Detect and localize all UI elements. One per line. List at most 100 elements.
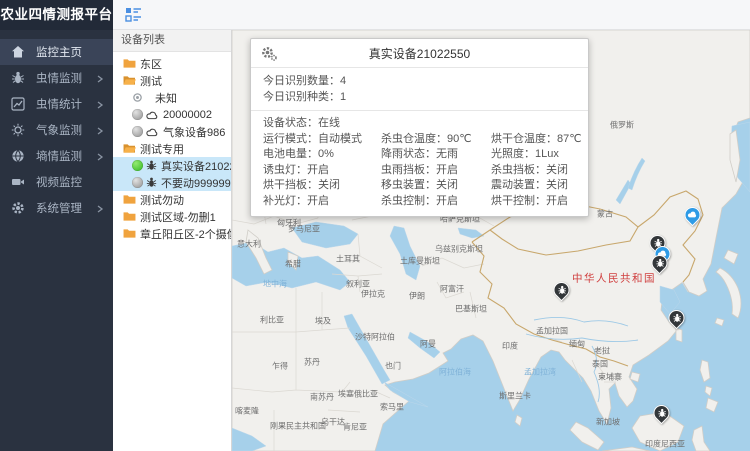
tree-device-unknown[interactable]: 未知 — [113, 89, 231, 106]
device-tree: 东区 测试 未知 20000002 气象设备986 — [113, 52, 231, 242]
vibrate-device: 震动装置：关闭 — [479, 178, 588, 194]
bug-device-icon — [146, 177, 157, 188]
bug-device-pin[interactable] — [554, 282, 571, 301]
map-place-label: 希腊 — [285, 259, 301, 270]
bug-icon — [11, 71, 25, 85]
folder-open-icon — [123, 75, 136, 86]
illuminance: 光照度：1Lux — [479, 147, 588, 163]
device-tree-toggle-icon[interactable] — [125, 6, 142, 23]
folder-closed-icon — [123, 58, 136, 69]
tree-device-weather-986[interactable]: 气象设备986 — [113, 123, 231, 140]
tree-folder-east-zone[interactable]: 东区 — [113, 55, 231, 72]
tree-folder-test-area[interactable]: 测试区域-勿删1 — [113, 208, 231, 225]
map-place-label: 乌兹别克斯坦 — [435, 244, 483, 255]
sidebar-item-pest-stats[interactable]: 虫情统计 — [0, 91, 113, 117]
folder-closed-icon — [123, 194, 136, 205]
sidebar-item-system-manage[interactable]: 系统管理 — [0, 195, 113, 221]
map-place-label: 阿拉伯海 — [439, 367, 471, 378]
tree-folder-test-only[interactable]: 测试专用 — [113, 140, 231, 157]
gear-icon — [11, 201, 25, 215]
map-place-label: 罗马尼亚 — [288, 224, 320, 235]
sidebar-item-video-monitor[interactable]: 视频监控 — [0, 169, 113, 195]
map-place-label: 俄罗斯 — [610, 120, 634, 131]
map-place-label: 匈牙利 — [277, 218, 301, 229]
tree-folder-test[interactable]: 测试 — [113, 72, 231, 89]
map-place-label: 南苏丹 — [310, 392, 334, 403]
map-place-label: 苏丹 — [304, 357, 320, 368]
folder-closed-icon — [123, 211, 136, 222]
bug-icon — [650, 402, 673, 425]
map-place-label: 埃及 — [315, 316, 331, 327]
device-status: 设备状态：在线 — [251, 116, 369, 132]
video-camera-icon — [11, 175, 25, 189]
map-place-label: 伊拉克 — [361, 289, 385, 300]
today-species: 今日识别种类：1 — [251, 89, 588, 105]
kill-baffle: 杀虫挡板：关闭 — [479, 163, 588, 179]
sidebar-menu: 监控主页 虫情监测 虫情统计 气象监测 — [0, 30, 113, 221]
map-place-label: 土库曼斯坦 — [400, 256, 440, 267]
map-place-label: 沙特阿拉伯 — [355, 332, 395, 343]
move-device: 移虫装置：关闭 — [369, 178, 479, 194]
dry-chamber-temp: 烘干仓温度：87℃ — [479, 132, 588, 148]
rain-baffle: 虫雨挡板：开启 — [369, 163, 479, 179]
sidebar-item-pest-monitor[interactable]: 虫情监测 — [0, 65, 113, 91]
tree-folder-zhangqiu[interactable]: 章丘阳丘区-2个摄像头 — [113, 225, 231, 242]
chevron-right-icon — [96, 74, 104, 82]
map-place-label: 阿曼 — [420, 339, 436, 350]
device-info-popup: 真实设备21022550 今日识别数量：4 今日识别种类：1 设备状态：在线 运… — [250, 38, 589, 217]
device-list-title: 设备列表 — [113, 30, 231, 52]
sidebar-item-soil-monitor[interactable]: 墒情监测 — [0, 143, 113, 169]
settings-gear-icon[interactable] — [261, 46, 277, 61]
status-online-dot — [132, 160, 143, 171]
folder-closed-icon — [123, 228, 136, 239]
map-place-label: 意大利 — [237, 239, 261, 250]
map-place-label: 肯尼亚 — [343, 422, 367, 433]
map-place-label: 印度尼西亚 — [645, 439, 685, 450]
chevron-right-icon — [96, 126, 104, 134]
map-place-label: 巴基斯坦 — [455, 304, 487, 315]
map-place-label: 印度 — [502, 341, 518, 352]
tree-device-dont-touch[interactable]: 不要动99999999 — [113, 174, 231, 191]
kill-chamber-temp: 杀虫仓温度：90℃ — [369, 132, 479, 148]
status-offline-dot — [132, 177, 143, 188]
bug-icon — [550, 279, 573, 302]
lure-lamp: 诱虫灯：开启 — [251, 163, 369, 179]
status-offline-dot — [132, 109, 143, 120]
tree-device-20000002[interactable]: 20000002 — [113, 106, 231, 123]
dry-baffle: 烘干挡板：关闭 — [251, 178, 369, 194]
folder-open-icon — [123, 143, 136, 154]
tree-device-real-21022550[interactable]: 真实设备21022550 — [113, 157, 231, 174]
bug-device-pin[interactable] — [654, 405, 671, 424]
rain-status: 降雨状态：无雨 — [369, 147, 479, 163]
map-place-label: 泰国 — [592, 359, 608, 370]
sidebar: 农业四情测报平台 监控主页 虫情监测 虫情统计 气象监测 — [0, 0, 113, 451]
cloud-icon — [681, 204, 704, 227]
sidebar-item-weather-monitor[interactable]: 气象监测 — [0, 117, 113, 143]
globe-icon — [11, 149, 25, 163]
sidebar-item-monitor-home[interactable]: 监控主页 — [0, 39, 113, 65]
map-place-label: 索马里 — [380, 402, 404, 413]
popup-title: 真实设备21022550 — [277, 45, 562, 62]
popup-detail-grid: 设备状态：在线 运行模式：自动模式 杀虫仓温度：90℃ 烘干仓温度：87℃ 电池… — [251, 111, 588, 216]
bug-icon — [648, 252, 671, 275]
map-place-label: 柬埔寨 — [598, 372, 622, 383]
dry-control: 烘干控制：开启 — [479, 194, 588, 210]
map-place-label: 斯里兰卡 — [499, 391, 531, 402]
weather-device-icon — [146, 127, 159, 137]
bug-device-pin[interactable] — [652, 255, 669, 274]
popup-header: 真实设备21022550 — [251, 39, 588, 68]
chart-icon — [11, 97, 25, 111]
map-place-label: 孟加拉湾 — [524, 367, 556, 378]
map-place-label: 乍得 — [272, 361, 288, 372]
tree-folder-test-nomove[interactable]: 测试勿动 — [113, 191, 231, 208]
map-place-label: 土耳其 — [336, 254, 360, 265]
bug-device-pin[interactable] — [669, 310, 686, 329]
today-count: 今日识别数量：4 — [251, 73, 588, 89]
map-place-label: 阿富汗 — [440, 284, 464, 295]
map-place-label: 也门 — [385, 361, 401, 372]
map-place-label: 埃塞俄比亚 — [338, 389, 378, 400]
map-place-label: 老挝 — [594, 346, 610, 357]
weather-station-pin[interactable] — [685, 207, 702, 226]
map-place-label: 缅甸 — [569, 339, 585, 350]
map-place-label: 喀麦隆 — [235, 406, 259, 417]
